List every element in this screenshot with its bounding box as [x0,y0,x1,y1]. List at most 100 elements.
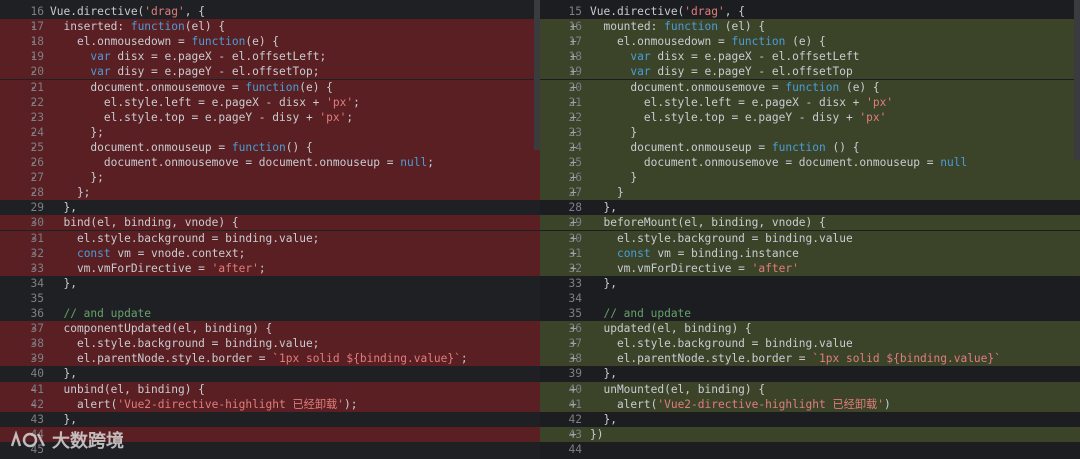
diff-marker: + [570,261,577,275]
original-code-line[interactable]: 43 }, [0,412,540,427]
brand-logo-icon [10,430,46,448]
modified-code-line[interactable]: 25 + document.onmousemove = document.onmo… [540,155,1080,170]
modified-file-pane[interactable]: 15 Vue.directive('drag', {16 + mounted: fu… [540,0,1080,459]
modified-code-line[interactable]: 32 + vm.vmForDirective = 'after' [540,260,1080,276]
original-code-line[interactable]: 23- el.style.top = e.pageY - disy + 'px'… [0,109,540,125]
modified-pane-scrollbar[interactable] [1074,0,1080,160]
code-text: el.style.background = binding.value; [50,337,320,351]
modified-code-line[interactable]: 27 + } [540,185,1080,201]
diff-editor: 16 Vue.directive('drag', {17- inserted: f… [0,0,1080,459]
diff-marker: - [30,20,37,34]
code-text: Vue.directive('drag', { [590,5,745,18]
modified-code-line[interactable]: 26 + } [540,170,1080,186]
original-pane-scrollbar[interactable] [534,0,540,150]
code-text: el.parentNode.style.border = `1px solid … [50,352,468,366]
original-code-line[interactable]: 27- }; [0,170,540,186]
modified-code-line[interactable]: 19 + var disy = e.pageY - el.offsetTop [540,64,1080,80]
line-number: 28 [30,186,44,200]
original-code-line[interactable]: 28- }; [0,185,540,201]
modified-code-line[interactable]: 44 [540,442,1080,457]
modified-code-line[interactable]: 21 + el.style.left = e.pageX - disx + 'px… [540,94,1080,110]
code-text: } [590,186,624,200]
modified-code-line[interactable]: 33 }, [540,276,1080,291]
diff-marker: + [570,322,577,336]
modified-code-line[interactable]: 43 +}) [540,426,1080,442]
code-text: document.onmousemove = function (e) { [590,80,880,94]
modified-code-line[interactable]: 16 + mounted: function (el) { [540,19,1080,35]
diff-marker: + [570,246,577,260]
code-text: el.style.background = binding.value; [50,231,320,245]
original-code-line[interactable]: 32- const vm = vnode.context; [0,245,540,261]
original-code-line[interactable]: 42- alert('Vue2-directive-highlight 已经卸载… [0,396,540,412]
modified-code-line[interactable]: 35 // and update [540,306,1080,321]
line-number: 32 [30,246,44,260]
modified-code-line[interactable]: 40 + unMounted(el, binding) { [540,381,1080,397]
code-text: document.onmouseup = function() { [50,140,313,154]
original-code-line[interactable]: 22- el.style.left = e.pageX - disx + 'px… [0,94,540,110]
original-code-line[interactable]: 18- el.onmousedown = function(e) { [0,34,540,50]
modified-code-line[interactable]: 15 Vue.directive('drag', { [540,4,1080,19]
line-number: 37 [30,322,44,336]
modified-code-line[interactable]: 30 + el.style.background = binding.value [540,230,1080,246]
original-code-line[interactable]: 20- var disy = e.pageY - el.offsetTop; [0,64,540,80]
modified-code-line[interactable]: 29 + beforeMount(el, binding, vnode) { [540,215,1080,231]
code-text: updated(el, binding) { [590,322,752,336]
original-code-line[interactable]: 30- bind(el, binding, vnode) { [0,215,540,231]
code-text: document.onmousemove = document.onmouseu… [50,156,434,169]
code-text: }, [50,276,77,290]
original-code-line[interactable]: 29 }, [0,200,540,215]
modified-code-line[interactable]: 41 + alert('Vue2-directive-highlight 已经卸载… [540,396,1080,412]
original-code-line[interactable]: 38- el.style.background = binding.value; [0,336,540,352]
original-file-pane[interactable]: 16 Vue.directive('drag', {17- inserted: f… [0,0,540,459]
original-code-line[interactable]: 39- el.parentNode.style.border = `1px so… [0,351,540,367]
code-text: beforeMount(el, binding, vnode) { [590,216,826,230]
code-text: }, [50,412,77,426]
modified-code-line[interactable]: 39 }, [540,366,1080,381]
modified-code-line[interactable]: 18 + var disx = e.pageX - el.offsetLeft [540,49,1080,65]
code-text: el.style.background = binding.value [590,337,853,351]
diff-marker: - [30,95,37,109]
diff-marker: - [30,125,37,139]
original-code-line[interactable]: 21- document.onmousemove = function(e) { [0,79,540,95]
original-code-line[interactable]: 17- inserted: function(el) { [0,19,540,35]
original-code-line[interactable]: 25- document.onmouseup = function() { [0,139,540,155]
modified-code-line[interactable]: 42 }, [540,412,1080,427]
modified-code-line[interactable]: 37 + el.style.background = binding.value [540,336,1080,352]
modified-code-line[interactable]: 36 + updated(el, binding) { [540,321,1080,337]
modified-code-line[interactable]: 23 + } [540,124,1080,140]
original-code-line[interactable]: 40 }, [0,366,540,381]
modified-code-line[interactable]: 20 + document.onmousemove = function (e) … [540,79,1080,95]
original-code-line[interactable]: 19- var disx = e.pageX - el.offsetLeft; [0,49,540,65]
modified-code-line[interactable]: 22 + el.style.top = e.pageY - disy + 'px' [540,109,1080,125]
watermark: 大数跨境 [8,428,124,452]
original-code-line[interactable]: 41- unbind(el, binding) { [0,381,540,397]
code-text: document.onmousemove = function(e) { [50,80,333,94]
code-text: vm.vmForDirective = 'after' [590,261,799,275]
original-code-line[interactable]: 37- componentUpdated(el, binding) { [0,321,540,337]
modified-code-line[interactable]: 31 + const vm = binding.instance [540,245,1080,261]
original-code-line[interactable]: 26- document.onmousemove = document.onmo… [0,155,540,170]
original-code-line[interactable]: 35 [0,291,540,306]
modified-code-line[interactable]: 38 + el.parentNode.style.border = `1px so… [540,351,1080,367]
line-number: 33 [568,276,582,290]
original-code-line[interactable]: 24- }; [0,124,540,140]
original-code-line[interactable]: 36 // and update [0,306,540,321]
line-number: 39 [30,352,44,366]
code-text: }, [590,201,617,215]
diff-marker: - [30,50,37,64]
diff-marker: + [570,352,577,366]
original-code-line[interactable]: 33- vm.vmForDirective = 'after'; [0,260,540,276]
modified-code-line[interactable]: 24 + document.onmouseup = function () { [540,139,1080,155]
code-text: el.onmousedown = function (e) { [590,35,826,49]
original-code-line[interactable]: 16 Vue.directive('drag', { [0,4,540,19]
original-code-line[interactable]: 31- el.style.background = binding.value; [0,230,540,246]
line-number: 44 [568,442,582,456]
diff-marker: + [570,427,577,441]
modified-code-line[interactable]: 28 }, [540,200,1080,215]
modified-code-line[interactable]: 34 [540,291,1080,306]
original-code-line[interactable]: 34 }, [0,276,540,291]
code-text: unbind(el, binding) { [50,382,205,396]
code-text: }; [50,171,104,185]
code-text: } [590,171,638,185]
modified-code-line[interactable]: 17 + el.onmousedown = function (e) { [540,34,1080,50]
